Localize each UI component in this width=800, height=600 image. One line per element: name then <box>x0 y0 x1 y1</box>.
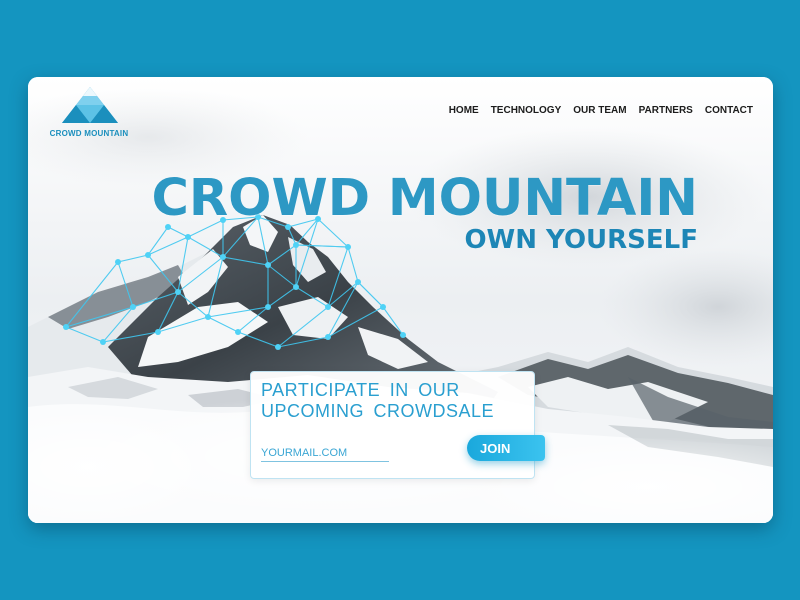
landing-page-window: CROWD MOUNTAIN HOME TECHNOLOGY OUR TEAM … <box>28 77 773 523</box>
hero-subtitle: OWN YOURSELF <box>464 225 698 255</box>
nav-home[interactable]: HOME <box>449 105 479 116</box>
join-button[interactable]: JOIN <box>467 435 545 461</box>
triangle-mountain-icon <box>62 87 118 123</box>
nav-our-team[interactable]: OUR TEAM <box>573 105 626 116</box>
brand-logo[interactable]: CROWD MOUNTAIN <box>44 87 134 141</box>
email-input[interactable] <box>261 444 389 462</box>
signup-heading: PARTICIPATE IN OUR UPCOMING CROWDSALE <box>261 380 495 421</box>
crowdsale-signup-form: PARTICIPATE IN OUR UPCOMING CROWDSALE JO… <box>250 371 545 479</box>
main-nav: HOME TECHNOLOGY OUR TEAM PARTNERS CONTAC… <box>449 105 753 116</box>
hero-title: CROWD MOUNTAIN <box>151 169 698 228</box>
logo-wordmark: CROWD MOUNTAIN <box>49 129 129 138</box>
nav-contact[interactable]: CONTACT <box>705 105 753 116</box>
nav-partners[interactable]: PARTNERS <box>639 105 693 116</box>
nav-technology[interactable]: TECHNOLOGY <box>491 105 562 116</box>
